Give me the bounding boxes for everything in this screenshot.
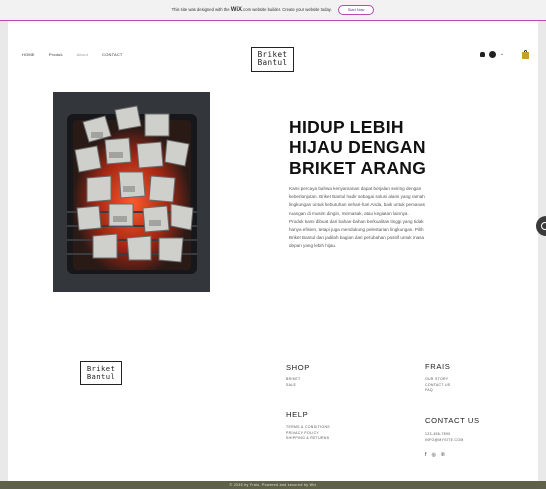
footer-link-sale[interactable]: SALE [286, 383, 300, 387]
nav-item-contact[interactable]: CONTACT [102, 52, 122, 57]
footer-shop-links: BRIKET SALE [286, 377, 300, 387]
footer-contact-info: 123-456-7890 INFO@MYSITE.COM [425, 432, 464, 442]
footer-help-links: TERMS & CONDITIONS PRIVACY POLICY SHIPPI… [286, 425, 330, 440]
hero-paragraph-1: Kami percaya bahwa kenyamanan dapat berj… [289, 186, 425, 216]
wix-logo: WiX [230, 7, 242, 13]
charcoal-briquettes-on-grill-image [53, 92, 210, 292]
footer-link-contact-us[interactable]: CONTACT US [425, 383, 450, 387]
hero-title: HIDUP LEBIH HIJAU DENGAN BRIKET ARANG [289, 117, 427, 178]
footer-link-privacy[interactable]: PRIVACY POLICY [286, 431, 330, 435]
hero-description: Kami percaya bahwa kenyamanan dapat berj… [289, 185, 433, 250]
footer-link-shipping[interactable]: SHIPPING & RETURNS [286, 436, 330, 440]
footer-link-faq[interactable]: FAQ [425, 388, 450, 392]
start-now-button[interactable]: Start Now [337, 5, 375, 15]
cart-bag [522, 52, 529, 59]
copyright-text: © 2035 by Frais. Powered and secured by … [229, 483, 317, 487]
copyright-bar: © 2035 by Frais. Powered and secured by … [0, 481, 546, 489]
nav-item-home[interactable]: HOME [22, 52, 35, 57]
footer-link-terms[interactable]: TERMS & CONDITIONS [286, 425, 330, 429]
wix-banner-text: This site was designed with the WiX.com … [172, 7, 332, 13]
wix-banner-text-after: .com website builder. Create your websit… [241, 7, 332, 12]
charcoal-grill-illustration [53, 92, 210, 292]
hero-paragraph-2: Produk kami dibuat dari bahan-bahan berk… [289, 218, 425, 249]
footer-help-heading: HELP [286, 410, 309, 419]
nav-item-produk[interactable]: Produk [49, 52, 63, 57]
header-icons: ⌄ [480, 51, 504, 58]
user-avatar-icon[interactable] [489, 51, 496, 58]
footer-logo[interactable]: Briket Bantul [80, 361, 122, 385]
footer-link-our-story[interactable]: OUR STORY [425, 377, 450, 381]
footer-shop-heading: SHOP [286, 363, 310, 372]
site-logo-line2: Bantul [257, 57, 288, 67]
footer-logo-line2: Bantul [86, 371, 116, 381]
nav-item-about[interactable]: About [77, 52, 88, 57]
site-logo[interactable]: Briket Bantul [251, 47, 294, 72]
wix-promo-banner: This site was designed with the WiX.com … [0, 0, 546, 21]
footer-link-briket[interactable]: BRIKET [286, 377, 300, 381]
footer-contact-heading: CONTACT US [425, 416, 480, 425]
footer-frais-heading: FRAIS [425, 362, 451, 371]
notification-bell-icon[interactable] [480, 52, 485, 57]
cart-icon[interactable] [522, 50, 529, 59]
social-links: f ◎ ℗ [425, 452, 445, 458]
main-nav: HOME Produk About CONTACT [22, 52, 123, 57]
wix-banner-text-before: This site was designed with the [171, 7, 230, 12]
instagram-icon[interactable]: ◎ [431, 452, 436, 458]
footer-frais-links: OUR STORY CONTACT US FAQ [425, 377, 450, 392]
pinterest-icon[interactable]: ℗ [441, 452, 445, 458]
chevron-down-icon[interactable]: ⌄ [500, 52, 504, 57]
footer-phone[interactable]: 123-456-7890 [425, 432, 464, 436]
footer-email[interactable]: INFO@MYSITE.COM [425, 438, 464, 442]
facebook-icon[interactable]: f [425, 452, 426, 458]
